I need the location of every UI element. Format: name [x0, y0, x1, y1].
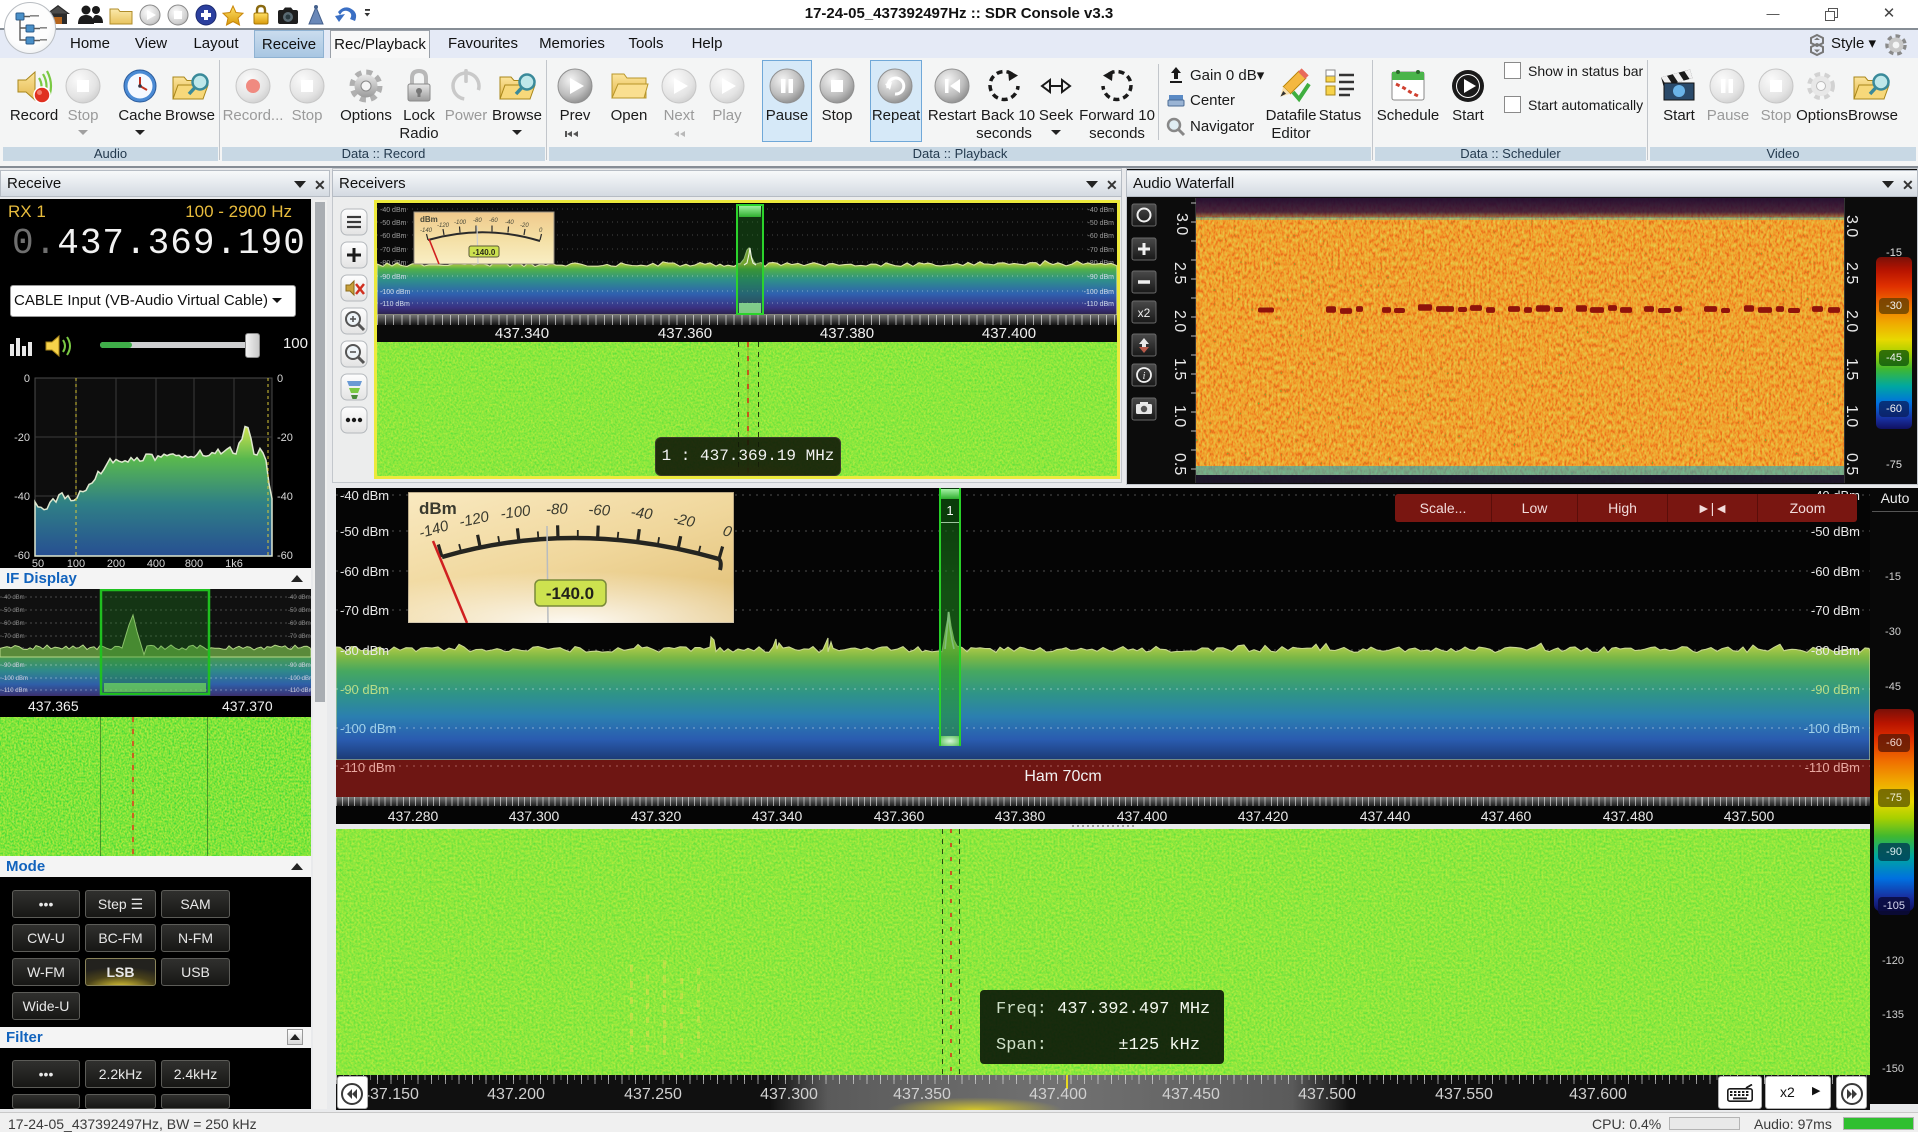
svg-text:-60 dBm: -60 dBm	[380, 233, 407, 240]
svg-text:-100 dBm: -100 dBm	[340, 721, 396, 736]
svg-text:-40: -40	[505, 220, 514, 226]
svg-text:-50 dBm: -50 dBm	[1811, 524, 1860, 539]
svg-text:-100 dBm: -100 dBm	[2, 676, 28, 682]
svg-text:3.0: 3.0	[1173, 213, 1190, 235]
svg-text:2.5: 2.5	[1171, 262, 1188, 284]
svg-text:-110 dBm: -110 dBm	[1084, 301, 1114, 308]
svg-text:-60 dBm: -60 dBm	[340, 564, 389, 579]
svg-text:x2: x2	[1138, 306, 1151, 320]
svg-text:-90 dBm: -90 dBm	[288, 663, 311, 669]
svg-text:1k6: 1k6	[225, 558, 243, 568]
svg-text:2.0: 2.0	[1843, 310, 1860, 332]
svg-text:-60: -60	[277, 550, 293, 562]
svg-text:-60: -60	[14, 550, 30, 562]
svg-text:-110 dBm: -110 dBm	[380, 301, 410, 308]
svg-text:-60 dBm: -60 dBm	[1088, 233, 1115, 240]
svg-text:200: 200	[107, 558, 125, 568]
svg-text:-80: -80	[473, 218, 482, 224]
svg-text:0.5: 0.5	[1843, 453, 1860, 475]
svg-text:-90 dBm: -90 dBm	[1811, 682, 1860, 697]
svg-text:-100 dBm: -100 dBm	[1804, 721, 1860, 736]
svg-text:-70 dBm: -70 dBm	[1811, 603, 1860, 618]
svg-text:3.0: 3.0	[1843, 215, 1860, 237]
svg-text:-50 dBm: -50 dBm	[380, 220, 407, 227]
svg-text:-20: -20	[520, 223, 529, 229]
svg-text:-120: -120	[437, 223, 450, 229]
svg-text:-40 dBm: -40 dBm	[1088, 207, 1115, 214]
svg-text:800: 800	[185, 558, 203, 568]
svg-text:1.0: 1.0	[1171, 405, 1188, 427]
svg-text:-70 dBm: -70 dBm	[340, 603, 389, 618]
svg-text:100: 100	[67, 558, 85, 568]
svg-text:0: 0	[277, 373, 283, 385]
svg-text:-50 dBm: -50 dBm	[1088, 220, 1115, 227]
svg-text:-100 dBm: -100 dBm	[288, 676, 311, 682]
svg-text:-40 dBm: -40 dBm	[2, 595, 25, 601]
svg-text:-90 dBm: -90 dBm	[1088, 274, 1115, 281]
svg-text:-70 dBm: -70 dBm	[2, 634, 25, 640]
svg-text:-110 dBm: -110 dBm	[2, 688, 28, 694]
svg-text:-20: -20	[14, 432, 30, 444]
svg-text:dBm: dBm	[420, 215, 438, 224]
svg-text:2.5: 2.5	[1843, 262, 1860, 284]
svg-text:dBm: dBm	[419, 499, 457, 518]
svg-text:-110 dBm: -110 dBm	[288, 688, 311, 694]
svg-text:-60 dBm: -60 dBm	[1811, 564, 1860, 579]
svg-text:-90 dBm: -90 dBm	[2, 663, 25, 669]
svg-text:-70 dBm: -70 dBm	[288, 634, 311, 640]
svg-text:-80 dBm: -80 dBm	[340, 643, 389, 658]
svg-text:1.5: 1.5	[1843, 358, 1860, 380]
svg-text:i: i	[1143, 371, 1146, 382]
svg-text:Ham 70cm: Ham 70cm	[1024, 768, 1101, 785]
svg-text:-60 dBm: -60 dBm	[288, 621, 311, 627]
svg-text:-40 dBm: -40 dBm	[288, 595, 311, 601]
svg-text:-60: -60	[588, 501, 611, 519]
svg-text:-50 dBm: -50 dBm	[288, 608, 311, 614]
svg-text:-110 dBm: -110 dBm	[340, 760, 395, 775]
svg-text:-100: -100	[454, 220, 467, 226]
svg-text:1.0: 1.0	[1843, 405, 1860, 427]
svg-text:-60 dBm: -60 dBm	[2, 621, 25, 627]
svg-text:-70 dBm: -70 dBm	[380, 247, 407, 254]
svg-text:-90 dBm: -90 dBm	[380, 274, 407, 281]
svg-text:0.5: 0.5	[1171, 453, 1188, 475]
svg-text:-40 dBm: -40 dBm	[340, 488, 389, 503]
svg-text:-80 dBm: -80 dBm	[1811, 643, 1860, 658]
svg-text:-140.0: -140.0	[546, 584, 594, 603]
svg-text:0: 0	[24, 373, 30, 385]
svg-text:-140.0: -140.0	[473, 248, 496, 257]
svg-text:400: 400	[147, 558, 165, 568]
svg-text:-80: -80	[546, 501, 569, 519]
svg-text:-60: -60	[489, 218, 498, 224]
svg-text:2.0: 2.0	[1171, 310, 1188, 332]
svg-text:-50 dBm: -50 dBm	[2, 608, 25, 614]
svg-text:-100 dBm: -100 dBm	[1084, 289, 1115, 296]
svg-text:50: 50	[32, 558, 44, 568]
svg-text:-50 dBm: -50 dBm	[340, 524, 389, 539]
svg-text:-90 dBm: -90 dBm	[340, 682, 389, 697]
svg-text:-40 dBm: -40 dBm	[380, 207, 407, 214]
svg-text:-110 dBm: -110 dBm	[1805, 760, 1860, 775]
svg-text:-40: -40	[277, 491, 293, 503]
svg-text:-140: -140	[420, 228, 433, 234]
svg-text:-70 dBm: -70 dBm	[1088, 247, 1115, 254]
svg-text:-100 dBm: -100 dBm	[380, 289, 411, 296]
svg-text:-20: -20	[277, 432, 293, 444]
svg-text:1.5: 1.5	[1171, 358, 1188, 380]
svg-text:-40: -40	[14, 491, 30, 503]
svg-text:-40: -40	[630, 504, 654, 524]
